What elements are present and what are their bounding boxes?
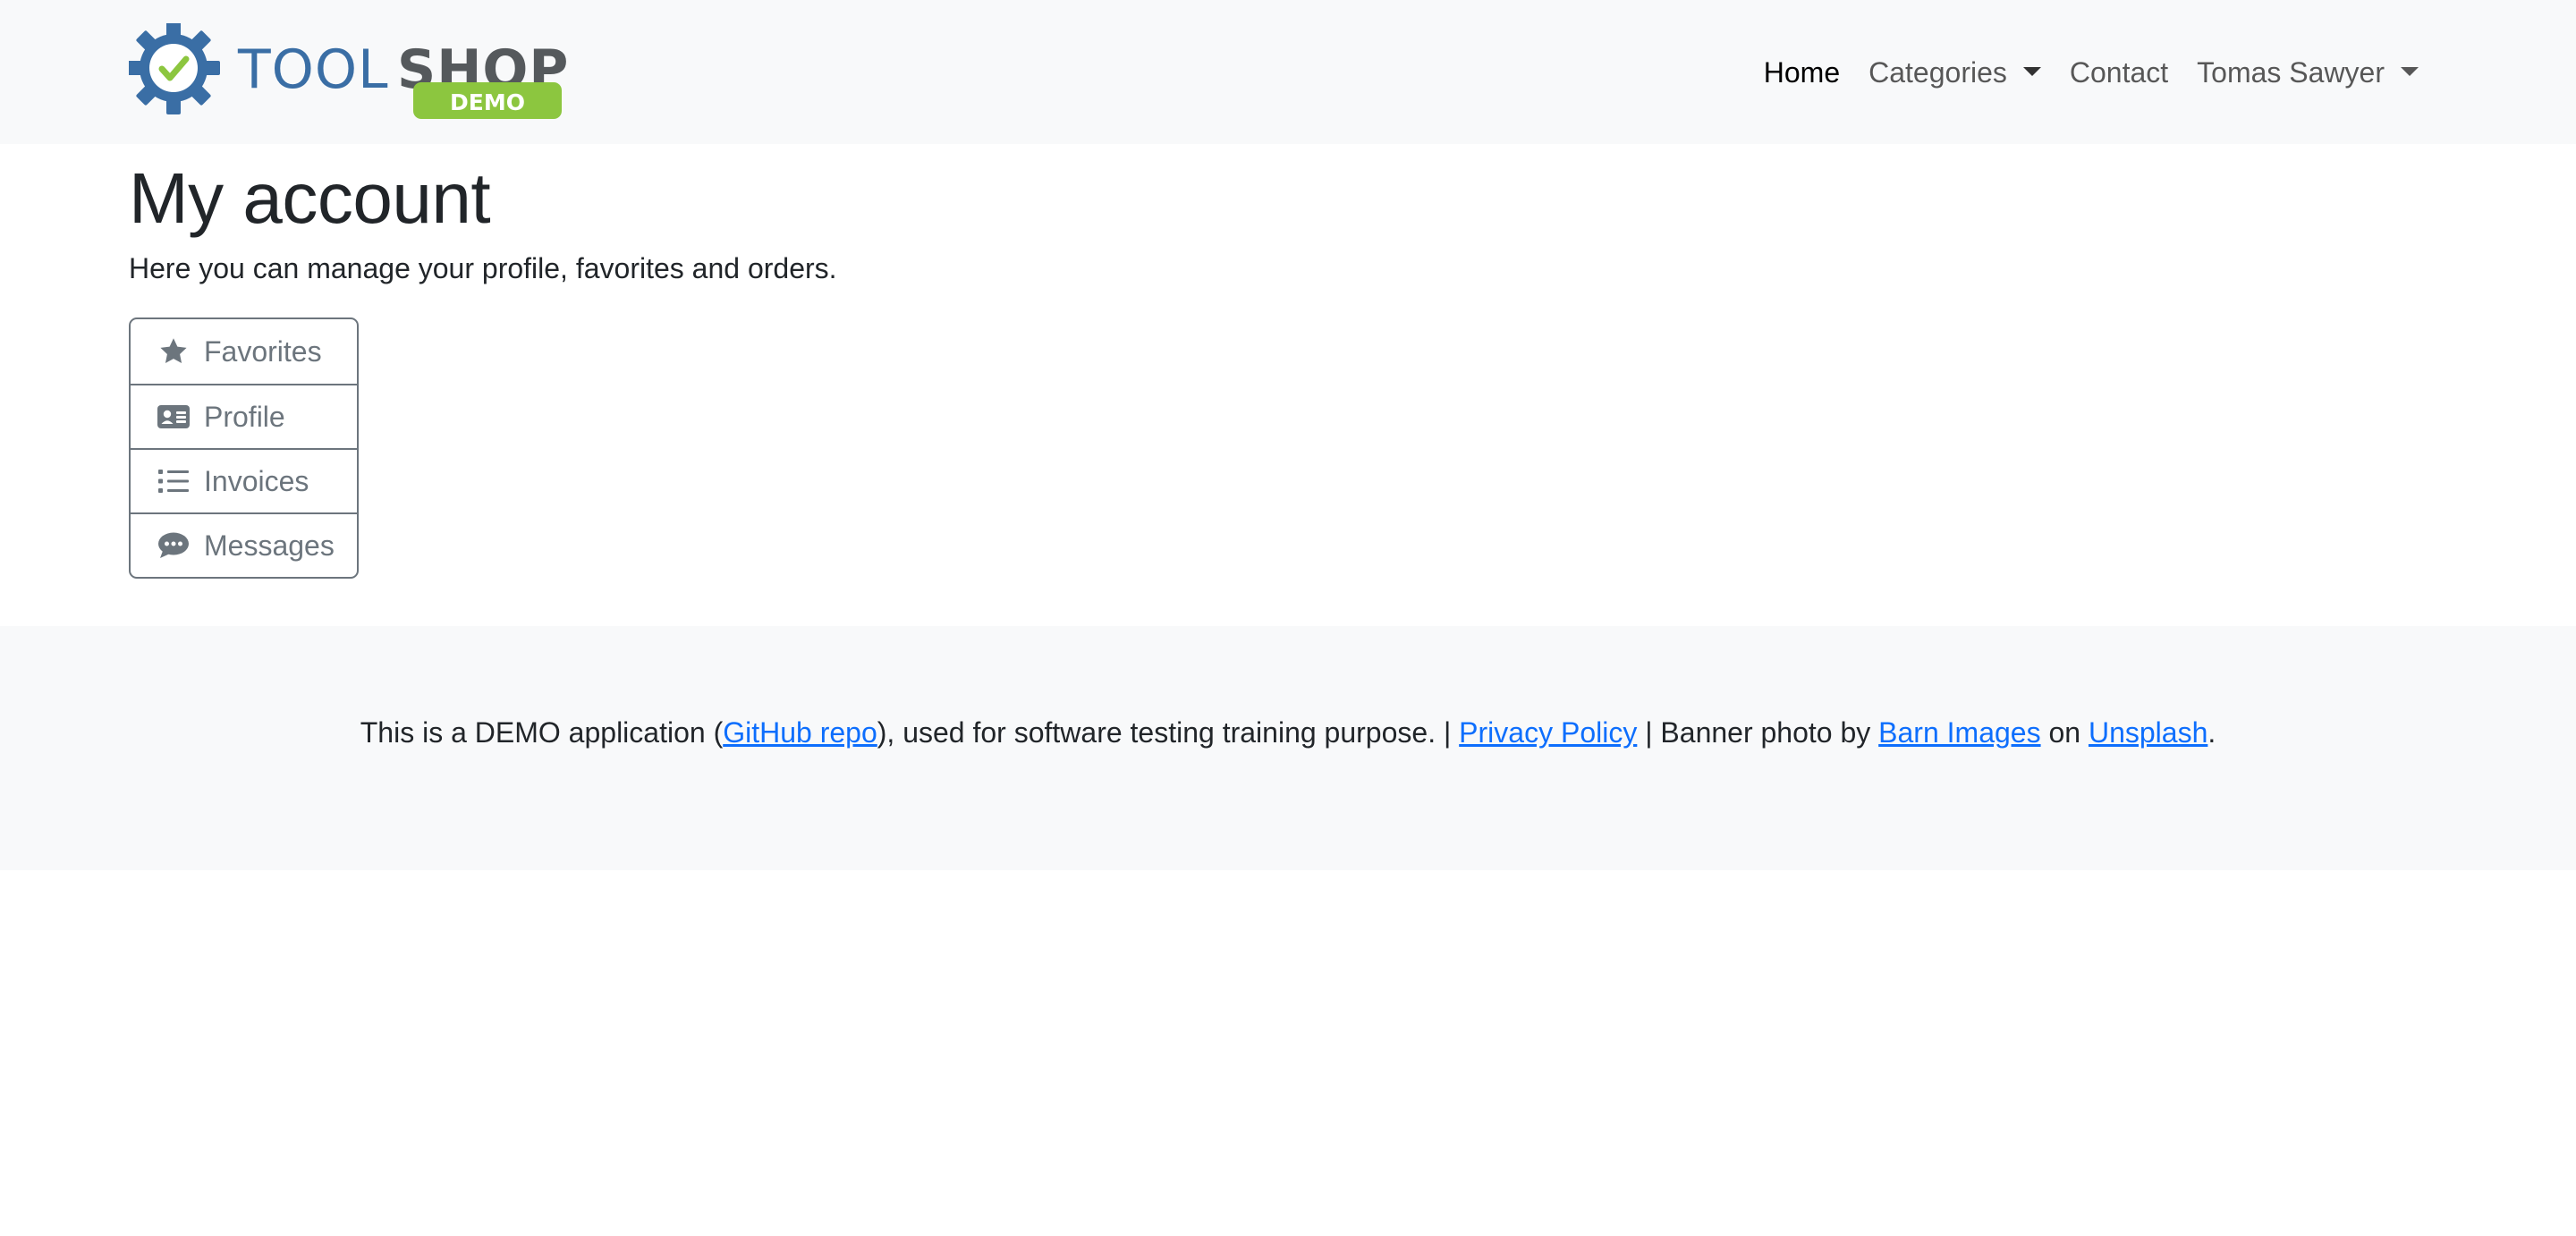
profile-button[interactable]: Profile (131, 384, 357, 448)
nav-user-name: Tomas Sawyer (2197, 56, 2385, 89)
page-subtitle: Here you can manage your profile, favori… (129, 252, 837, 284)
nav-home[interactable]: Home (1750, 50, 1854, 95)
navbar: TOOL SHOP DEMO Home Categories Contact T… (0, 0, 2576, 144)
toolshop-logo[interactable]: TOOL SHOP DEMO (129, 23, 567, 122)
nav-contact[interactable]: Contact (2055, 50, 2182, 95)
messages-button[interactable]: Messages (131, 512, 357, 577)
invoices-label: Invoices (204, 464, 309, 497)
id-card-icon (157, 401, 190, 433)
caret-down-icon (2022, 67, 2041, 76)
unsplash-link[interactable]: Unsplash (2089, 716, 2207, 749)
nav-user-menu[interactable]: Tomas Sawyer (2182, 50, 2433, 95)
nav-categories-dropdown[interactable]: Categories (1854, 50, 2055, 95)
logo-text-tool: TOOL (237, 38, 389, 101)
caret-down-icon (2401, 67, 2419, 76)
list-icon (157, 465, 190, 497)
footer: This is a DEMO application (GitHub repo)… (0, 626, 2576, 870)
footer-text: This is a DEMO application (GitHub repo)… (0, 711, 2576, 754)
footer-text-part4: on (2040, 716, 2089, 749)
footer-text-part1: This is a DEMO application ( (360, 716, 724, 749)
privacy-policy-link[interactable]: Privacy Policy (1459, 716, 1637, 749)
footer-text-part5: . (2207, 716, 2216, 749)
favorites-label: Favorites (204, 334, 322, 368)
gear-logo-icon (129, 23, 220, 114)
messages-label: Messages (204, 529, 335, 562)
demo-badge-text: DEMO (450, 89, 525, 115)
nav-home-label: Home (1763, 56, 1841, 89)
favorites-button[interactable]: Favorites (131, 319, 357, 384)
nav-categories-label: Categories (1868, 56, 2007, 89)
profile-label: Profile (204, 400, 285, 433)
footer-text-part3: | Banner photo by (1637, 716, 1879, 749)
main-nav: Home Categories Contact Tomas Sawyer (1750, 50, 2433, 95)
barn-images-link[interactable]: Barn Images (1878, 716, 2040, 749)
github-repo-link[interactable]: GitHub repo (723, 716, 877, 749)
account-menu: Favorites Profile Invoices Messages (129, 317, 359, 579)
nav-contact-label: Contact (2069, 56, 2169, 89)
invoices-button[interactable]: Invoices (131, 448, 357, 512)
page-title: My account (129, 158, 491, 238)
comments-icon (157, 529, 190, 562)
footer-text-part2: ), used for software testing training pu… (877, 716, 1460, 749)
star-icon (157, 335, 190, 368)
